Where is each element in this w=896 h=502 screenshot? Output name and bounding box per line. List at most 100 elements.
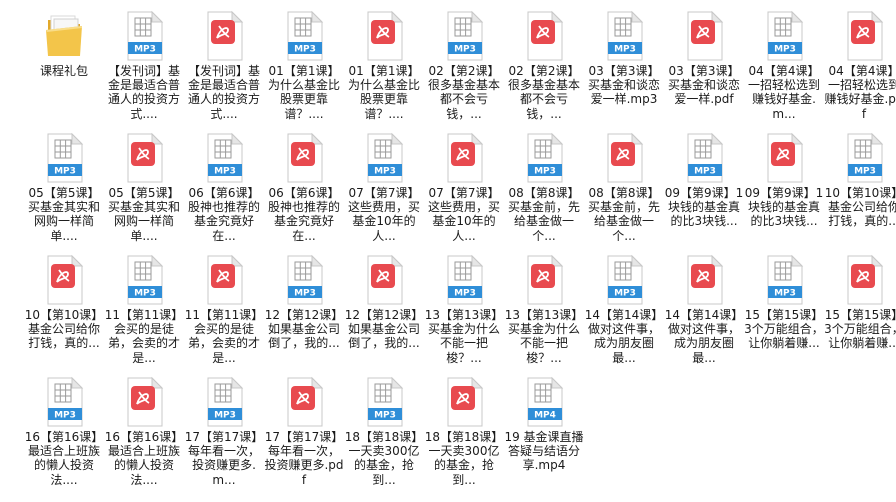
- file-item[interactable]: MP3 01【第1课】为什么基金比股票更靠谱？....: [264, 2, 344, 122]
- file-item[interactable]: MP3 02【第2课】很多基金基本都不会亏钱，...: [424, 2, 504, 122]
- file-item[interactable]: 11【第11课】会买的是徒弟，会卖的才是...: [184, 246, 264, 366]
- file-name-label: 18【第18课】一天卖300亿的基金，抢到...: [344, 430, 424, 487]
- mp3-file-icon: MP3: [682, 132, 726, 184]
- file-item[interactable]: 17【第17课】每年看一次，投资赚更多.pdf: [264, 368, 344, 488]
- pdf-file-icon: [122, 132, 166, 184]
- file-item[interactable]: 【发刊词】基金是最适合普通人的投资方式....: [184, 2, 264, 122]
- file-item[interactable]: MP3 14【第14课】做对这件事，成为朋友圈最...: [584, 246, 664, 366]
- svg-text:MP3: MP3: [294, 45, 316, 55]
- file-item[interactable]: 14【第14课】做对这件事，成为朋友圈最...: [664, 246, 744, 366]
- mp3-file-icon: MP3: [762, 10, 806, 62]
- file-name-label: 07【第7课】这些费用，买基金10年的人...: [427, 186, 500, 243]
- file-item[interactable]: 16【第16课】最适合上班族的懒人投资法....: [104, 368, 184, 488]
- file-name-label: 19 基金课直播答疑与结语分享.mp4: [504, 430, 584, 473]
- mp3-file-icon: MP3: [362, 376, 406, 428]
- file-name-label: 13【第13课】买基金为什么不能一把梭？...: [424, 308, 504, 365]
- file-item[interactable]: MP3 03【第3课】买基金和谈恋爱一样.mp3: [584, 2, 664, 122]
- pdf-file-icon: [842, 10, 886, 62]
- mp3-file-icon: MP3: [202, 376, 246, 428]
- file-name-label: 11【第11课】会买的是徒弟，会卖的才是...: [104, 308, 184, 365]
- mp3-file-icon: MP3: [122, 10, 166, 62]
- svg-text:MP3: MP3: [374, 411, 396, 421]
- file-item[interactable]: MP3 13【第13课】买基金为什么不能一把梭？...: [424, 246, 504, 366]
- mp3-file-icon: MP3: [282, 10, 326, 62]
- file-item[interactable]: 05【第5课】买基金其实和网购一样简单....: [104, 124, 184, 244]
- file-item[interactable]: MP3 15【第15课】3个万能组合，让你躺着赚...: [744, 246, 824, 366]
- mp3-file-icon: MP3: [42, 132, 86, 184]
- file-item[interactable]: MP3 04【第4课】一招轻松选到赚钱好基金.m...: [744, 2, 824, 122]
- file-name-label: 07【第7课】这些费用，买基金10年的人...: [347, 186, 420, 243]
- file-item[interactable]: 02【第2课】很多基金基本都不会亏钱，...: [504, 2, 584, 122]
- file-name-label: 11【第11课】会买的是徒弟，会卖的才是...: [184, 308, 264, 365]
- file-name-label: 10【第10课】基金公司给你打钱，真的...: [24, 308, 104, 351]
- file-item[interactable]: MP3 05【第5课】买基金其实和网购一样简单....: [24, 124, 104, 244]
- file-item[interactable]: 09【第9课】1块钱的基金真的比3块钱...: [744, 124, 824, 244]
- svg-text:MP3: MP3: [534, 167, 556, 177]
- file-item[interactable]: 18【第18课】一天卖300亿的基金，抢到...: [424, 368, 504, 488]
- svg-text:MP3: MP3: [774, 45, 796, 55]
- pdf-file-icon: [202, 10, 246, 62]
- file-item[interactable]: 06【第6课】股神也推荐的基金究竟好在...: [264, 124, 344, 244]
- file-item[interactable]: 01【第1课】为什么基金比股票更靠谱？....: [344, 2, 424, 122]
- file-name-label: 06【第6课】股神也推荐的基金究竟好在...: [187, 186, 260, 243]
- file-name-label: 14【第14课】做对这件事，成为朋友圈最...: [664, 308, 744, 365]
- file-item[interactable]: 15【第15课】3个万能组合，让你躺着赚...: [824, 246, 896, 366]
- svg-text:MP3: MP3: [454, 289, 476, 299]
- pdf-file-icon: [762, 132, 806, 184]
- folder-icon: [42, 10, 86, 62]
- file-item[interactable]: MP4 19 基金课直播答疑与结语分享.mp4: [504, 368, 584, 488]
- file-name-label: 【发刊词】基金是最适合普通人的投资方式....: [107, 64, 180, 121]
- mp3-file-icon: MP3: [602, 10, 646, 62]
- folder-item[interactable]: 课程礼包: [24, 2, 104, 122]
- file-name-label: 06【第6课】股神也推荐的基金究竟好在...: [267, 186, 340, 243]
- file-name-label: 【发刊词】基金是最适合普通人的投资方式....: [187, 64, 260, 121]
- file-item[interactable]: 04【第4课】一招轻松选到赚钱好基金.pdf: [824, 2, 896, 122]
- file-item[interactable]: 13【第13课】买基金为什么不能一把梭？...: [504, 246, 584, 366]
- file-item[interactable]: MP3 【发刊词】基金是最适合普通人的投资方式....: [104, 2, 184, 122]
- file-name-label: 03【第3课】买基金和谈恋爱一样.pdf: [667, 64, 740, 107]
- file-item[interactable]: MP3 06【第6课】股神也推荐的基金究竟好在...: [184, 124, 264, 244]
- svg-text:MP3: MP3: [134, 45, 156, 55]
- file-item[interactable]: 03【第3课】买基金和谈恋爱一样.pdf: [664, 2, 744, 122]
- file-name-label: 09【第9课】1块钱的基金真的比3块钱...: [664, 186, 744, 229]
- file-item[interactable]: MP3 08【第8课】买基金前，先给基金做一个...: [504, 124, 584, 244]
- file-item[interactable]: 12【第12课】如果基金公司倒了，我的...: [344, 246, 424, 366]
- svg-text:MP3: MP3: [54, 411, 76, 421]
- file-name-label: 05【第5课】买基金其实和网购一样简单....: [27, 186, 100, 243]
- pdf-file-icon: [842, 254, 886, 306]
- svg-text:MP3: MP3: [454, 45, 476, 55]
- pdf-file-icon: [682, 254, 726, 306]
- pdf-file-icon: [202, 254, 246, 306]
- svg-text:MP3: MP3: [774, 289, 796, 299]
- pdf-file-icon: [602, 132, 646, 184]
- svg-text:MP4: MP4: [534, 411, 556, 421]
- file-item[interactable]: MP3 07【第7课】这些费用，买基金10年的人...: [344, 124, 424, 244]
- svg-text:MP3: MP3: [854, 167, 876, 177]
- mp4-file-icon: MP4: [522, 376, 566, 428]
- file-name-label: 08【第8课】买基金前，先给基金做一个...: [587, 186, 660, 243]
- file-item[interactable]: MP3 18【第18课】一天卖300亿的基金，抢到...: [344, 368, 424, 488]
- file-name-label: 15【第15课】3个万能组合，让你躺着赚...: [744, 308, 824, 351]
- file-item[interactable]: MP3 12【第12课】如果基金公司倒了，我的...: [264, 246, 344, 366]
- file-item[interactable]: MP3 11【第11课】会买的是徒弟，会卖的才是...: [104, 246, 184, 366]
- pdf-file-icon: [282, 132, 326, 184]
- mp3-file-icon: MP3: [202, 132, 246, 184]
- file-name-label: 14【第14课】做对这件事，成为朋友圈最...: [584, 308, 664, 365]
- pdf-file-icon: [122, 376, 166, 428]
- svg-text:MP3: MP3: [374, 167, 396, 177]
- file-item[interactable]: MP3 09【第9课】1块钱的基金真的比3块钱...: [664, 124, 744, 244]
- file-name-label: 17【第17课】每年看一次，投资赚更多.m...: [184, 430, 264, 487]
- file-name-label: 18【第18课】一天卖300亿的基金，抢到...: [424, 430, 504, 487]
- mp3-file-icon: MP3: [42, 376, 86, 428]
- file-item[interactable]: 10【第10课】基金公司给你打钱，真的...: [24, 246, 104, 366]
- file-item[interactable]: MP3 10【第10课】基金公司给你打钱，真的...: [824, 124, 896, 244]
- file-name-label: 01【第1课】为什么基金比股票更靠谱？....: [267, 64, 340, 121]
- file-item[interactable]: 08【第8课】买基金前，先给基金做一个...: [584, 124, 664, 244]
- file-name-label: 08【第8课】买基金前，先给基金做一个...: [507, 186, 580, 243]
- mp3-file-icon: MP3: [282, 254, 326, 306]
- file-item[interactable]: 07【第7课】这些费用，买基金10年的人...: [424, 124, 504, 244]
- pdf-file-icon: [522, 254, 566, 306]
- pdf-file-icon: [442, 376, 486, 428]
- file-item[interactable]: MP3 16【第16课】最适合上班族的懒人投资法....: [24, 368, 104, 488]
- file-item[interactable]: MP3 17【第17课】每年看一次，投资赚更多.m...: [184, 368, 264, 488]
